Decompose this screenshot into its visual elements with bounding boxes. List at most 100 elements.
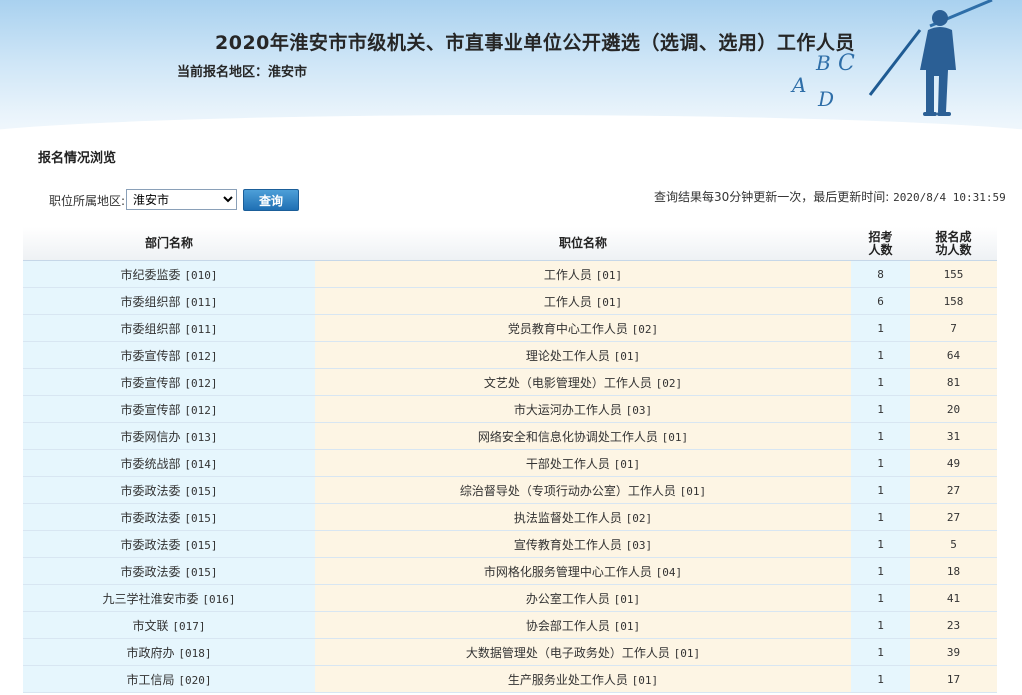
dept-code: [018] bbox=[178, 646, 212, 660]
position-name: 生产服务业处工作人员 bbox=[507, 672, 628, 687]
cell-applicants: 81 bbox=[910, 368, 997, 396]
dept-code: [014] bbox=[184, 457, 218, 471]
dept-code: [016] bbox=[202, 592, 236, 606]
cell-applicants: 64 bbox=[910, 341, 997, 369]
table-row: 九三学社淮安市委 [016] 办公室工作人员 [01] 1 41 bbox=[23, 584, 997, 612]
cell-quota: 1 bbox=[851, 665, 910, 693]
cell-applicants: 18 bbox=[910, 557, 997, 585]
cell-position: 工作人员 [01] bbox=[315, 287, 851, 315]
dept-name: 市工信局 bbox=[126, 672, 175, 687]
position-code: [01] bbox=[595, 268, 623, 282]
header-dept: 部门名称 bbox=[23, 227, 315, 261]
table-row: 市委统战部 [014] 干部处工作人员 [01] 1 49 bbox=[23, 449, 997, 477]
cell-dept: 市委政法委 [015] bbox=[23, 530, 315, 558]
logo-letters: A B C D bbox=[790, 51, 855, 111]
cell-applicants: 23 bbox=[910, 611, 997, 639]
position-code: [01] bbox=[613, 592, 641, 606]
table-row: 市纪委监委 [010] 工作人员 [01] 8 155 bbox=[23, 260, 997, 288]
dept-code: [015] bbox=[184, 565, 218, 579]
position-code: [04] bbox=[655, 565, 683, 579]
cell-applicants: 17 bbox=[910, 665, 997, 693]
cell-dept: 市纪委监委 [010] bbox=[23, 260, 315, 288]
header-quota: 招考 人数 bbox=[851, 227, 910, 261]
table-row: 市委组织部 [011] 工作人员 [01] 6 158 bbox=[23, 287, 997, 315]
position-name: 网络安全和信息化协调处工作人员 bbox=[477, 429, 658, 444]
page-title: 2020年淮安市市级机关、市直事业单位公开遴选（选调、选用）工作人员 bbox=[215, 32, 855, 54]
dept-name: 市文联 bbox=[132, 618, 169, 633]
current-region: 当前报名地区：淮安市 bbox=[177, 65, 308, 80]
cell-quota: 1 bbox=[851, 395, 910, 423]
update-note-text: 查询结果每30分钟更新一次，最后更新时间: bbox=[654, 190, 890, 204]
table-row: 市工信局 [020] 生产服务业处工作人员 [01] 1 17 bbox=[23, 665, 997, 693]
svg-text:B: B bbox=[815, 51, 831, 75]
dept-code: [017] bbox=[172, 619, 206, 633]
table-header-row: 部门名称 职位名称 招考 人数 报名成 功人数 bbox=[23, 227, 997, 261]
table-row: 市委政法委 [015] 市网格化服务管理中心工作人员 [04] 1 18 bbox=[23, 557, 997, 585]
dept-code: [013] bbox=[184, 430, 218, 444]
dept-code: [015] bbox=[184, 511, 218, 525]
dept-name: 九三学社淮安市委 bbox=[102, 591, 199, 606]
table-body: 市纪委监委 [010] 工作人员 [01] 8 155 市委组织部 [011] 工作人员 … bbox=[23, 260, 997, 693]
header-position: 职位名称 bbox=[315, 227, 851, 261]
dept-code: [012] bbox=[184, 403, 218, 417]
position-code: [01] bbox=[613, 349, 641, 363]
section-heading: 报名情况浏览 bbox=[38, 151, 117, 166]
cell-position: 文艺处（电影管理处）工作人员 [02] bbox=[315, 368, 851, 396]
cell-dept: 市委组织部 [011] bbox=[23, 287, 315, 315]
dept-name: 市纪委监委 bbox=[120, 267, 181, 282]
cell-dept: 市委组织部 [011] bbox=[23, 314, 315, 342]
dept-name: 市委组织部 bbox=[120, 294, 181, 309]
dept-name: 市委组织部 bbox=[120, 321, 181, 336]
dept-name: 市委宣传部 bbox=[120, 375, 181, 390]
position-code: [01] bbox=[613, 457, 641, 471]
cell-quota: 1 bbox=[851, 530, 910, 558]
position-name: 工作人员 bbox=[543, 294, 592, 309]
position-code: [02] bbox=[631, 322, 659, 336]
position-code: [01] bbox=[673, 646, 701, 660]
position-code: [01] bbox=[679, 484, 707, 498]
cell-quota: 1 bbox=[851, 341, 910, 369]
cell-quota: 1 bbox=[851, 611, 910, 639]
cell-quota: 1 bbox=[851, 584, 910, 612]
cell-position: 市网格化服务管理中心工作人员 [04] bbox=[315, 557, 851, 585]
position-code: [03] bbox=[625, 403, 653, 417]
position-name: 综治督导处（专项行动办公室）工作人员 bbox=[459, 483, 676, 498]
cell-quota: 1 bbox=[851, 314, 910, 342]
dept-name: 市政府办 bbox=[126, 645, 175, 660]
position-name: 党员教育中心工作人员 bbox=[507, 321, 628, 336]
query-button[interactable]: 查询 bbox=[243, 189, 299, 211]
cell-position: 工作人员 [01] bbox=[315, 260, 851, 288]
cell-position: 干部处工作人员 [01] bbox=[315, 449, 851, 477]
table-row: 市政府办 [018] 大数据管理处（电子政务处）工作人员 [01] 1 39 bbox=[23, 638, 997, 666]
position-name: 协会部工作人员 bbox=[525, 618, 610, 633]
position-name: 市大运河办工作人员 bbox=[513, 402, 622, 417]
cell-dept: 市工信局 [020] bbox=[23, 665, 315, 693]
cell-quota: 1 bbox=[851, 638, 910, 666]
svg-text:D: D bbox=[817, 87, 834, 111]
header-applicants-line1: 报名成 bbox=[935, 229, 972, 244]
cell-position: 理论处工作人员 [01] bbox=[315, 341, 851, 369]
registration-table: 部门名称 职位名称 招考 人数 报名成 功人数 市纪委监委 [010] 工作人员 … bbox=[23, 227, 997, 693]
registration-table-wrap: 部门名称 职位名称 招考 人数 报名成 功人数 市纪委监委 [010] 工作人员 … bbox=[23, 227, 997, 693]
dept-code: [015] bbox=[184, 484, 218, 498]
dept-name: 市委政法委 bbox=[120, 483, 181, 498]
cell-dept: 市委政法委 [015] bbox=[23, 503, 315, 531]
cell-applicants: 27 bbox=[910, 503, 997, 531]
table-row: 市委宣传部 [012] 文艺处（电影管理处）工作人员 [02] 1 81 bbox=[23, 368, 997, 396]
cell-dept: 九三学社淮安市委 [016] bbox=[23, 584, 315, 612]
dept-code: [020] bbox=[178, 673, 212, 687]
cell-dept: 市委宣传部 [012] bbox=[23, 395, 315, 423]
position-code: [01] bbox=[661, 430, 689, 444]
cell-quota: 1 bbox=[851, 476, 910, 504]
cell-position: 协会部工作人员 [01] bbox=[315, 611, 851, 639]
position-name: 理论处工作人员 bbox=[525, 348, 610, 363]
table-row: 市委网信办 [013] 网络安全和信息化协调处工作人员 [01] 1 31 bbox=[23, 422, 997, 450]
region-select[interactable]: 淮安市 bbox=[126, 189, 237, 210]
position-name: 执法监督处工作人员 bbox=[513, 510, 622, 525]
dept-name: 市委宣传部 bbox=[120, 402, 181, 417]
cell-position: 市大运河办工作人员 [03] bbox=[315, 395, 851, 423]
abcd-figure-logo: A B C D bbox=[790, 0, 993, 116]
svg-text:C: C bbox=[838, 51, 855, 76]
header-quota-line2: 人数 bbox=[868, 242, 893, 257]
dept-name: 市委宣传部 bbox=[120, 348, 181, 363]
